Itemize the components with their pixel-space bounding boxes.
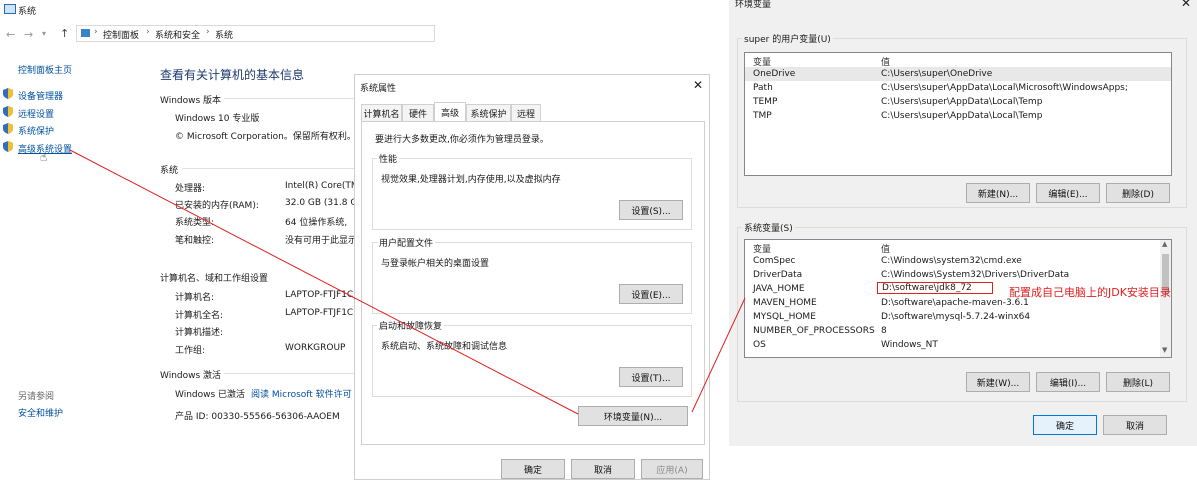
arrow-line xyxy=(70,150,578,414)
annotation-arrows xyxy=(0,0,1197,480)
arrow-line xyxy=(692,298,745,412)
